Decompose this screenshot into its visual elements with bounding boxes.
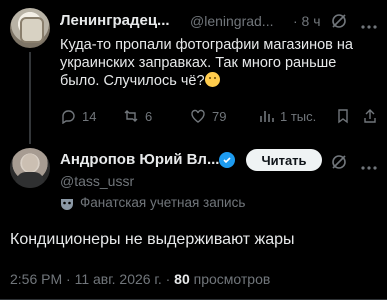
- retweet-button[interactable]: 6: [123, 108, 152, 124]
- more-icon[interactable]: [360, 17, 378, 29]
- display-name-tweet2[interactable]: Андропов Юрий Вл...: [60, 151, 219, 168]
- time-tweet1[interactable]: · 8 ч: [293, 13, 321, 29]
- handle-tweet1[interactable]: @leningrad...: [190, 13, 273, 29]
- tweet1-text: Куда-то пропали фотографии магазинов на …: [60, 37, 353, 89]
- grok-icon[interactable]: [330, 12, 348, 30]
- follow-button[interactable]: Читать: [246, 149, 322, 171]
- account-label: Фанатская учетная запись: [80, 195, 246, 210]
- verified-badge-icon: [219, 152, 235, 168]
- tweet2-text: Кондиционеры не выдерживают жары: [10, 231, 295, 248]
- share-icon: [364, 109, 376, 123]
- share-button[interactable]: [362, 108, 378, 124]
- reply-button[interactable]: 14: [60, 108, 96, 124]
- views-label: просмотров: [193, 271, 271, 287]
- mask-icon: [60, 197, 74, 211]
- timestamp[interactable]: 2:56 PM · 11 авг. 2026 г. ·: [10, 271, 170, 287]
- thinking-face-icon: [204, 72, 220, 87]
- like-button[interactable]: 79: [190, 108, 226, 124]
- thread-line: [29, 52, 31, 144]
- reply-icon: [62, 110, 75, 124]
- tweet2-meta: 2:56 PM · 11 авг. 2026 г. · 80 просмотро…: [10, 271, 270, 287]
- retweet-icon: [124, 110, 138, 122]
- views-count: 80: [174, 271, 190, 287]
- tweet1-actions: 14 6 79 1 тыс.: [60, 108, 380, 128]
- more-icon-tweet2[interactable]: [360, 158, 378, 170]
- display-name-tweet1[interactable]: Ленинградец...: [60, 12, 170, 29]
- heart-icon: [191, 109, 205, 123]
- bookmark-icon: [338, 109, 348, 124]
- avatar-tweet1[interactable]: [10, 8, 50, 48]
- handle-tweet2[interactable]: @tass_ussr: [60, 173, 134, 189]
- grok-icon-tweet2[interactable]: [330, 153, 348, 171]
- views-icon: [260, 111, 274, 122]
- bookmark-button[interactable]: [335, 108, 351, 124]
- views-button[interactable]: 1 тыс.: [258, 108, 316, 124]
- avatar-tweet2[interactable]: [10, 148, 50, 188]
